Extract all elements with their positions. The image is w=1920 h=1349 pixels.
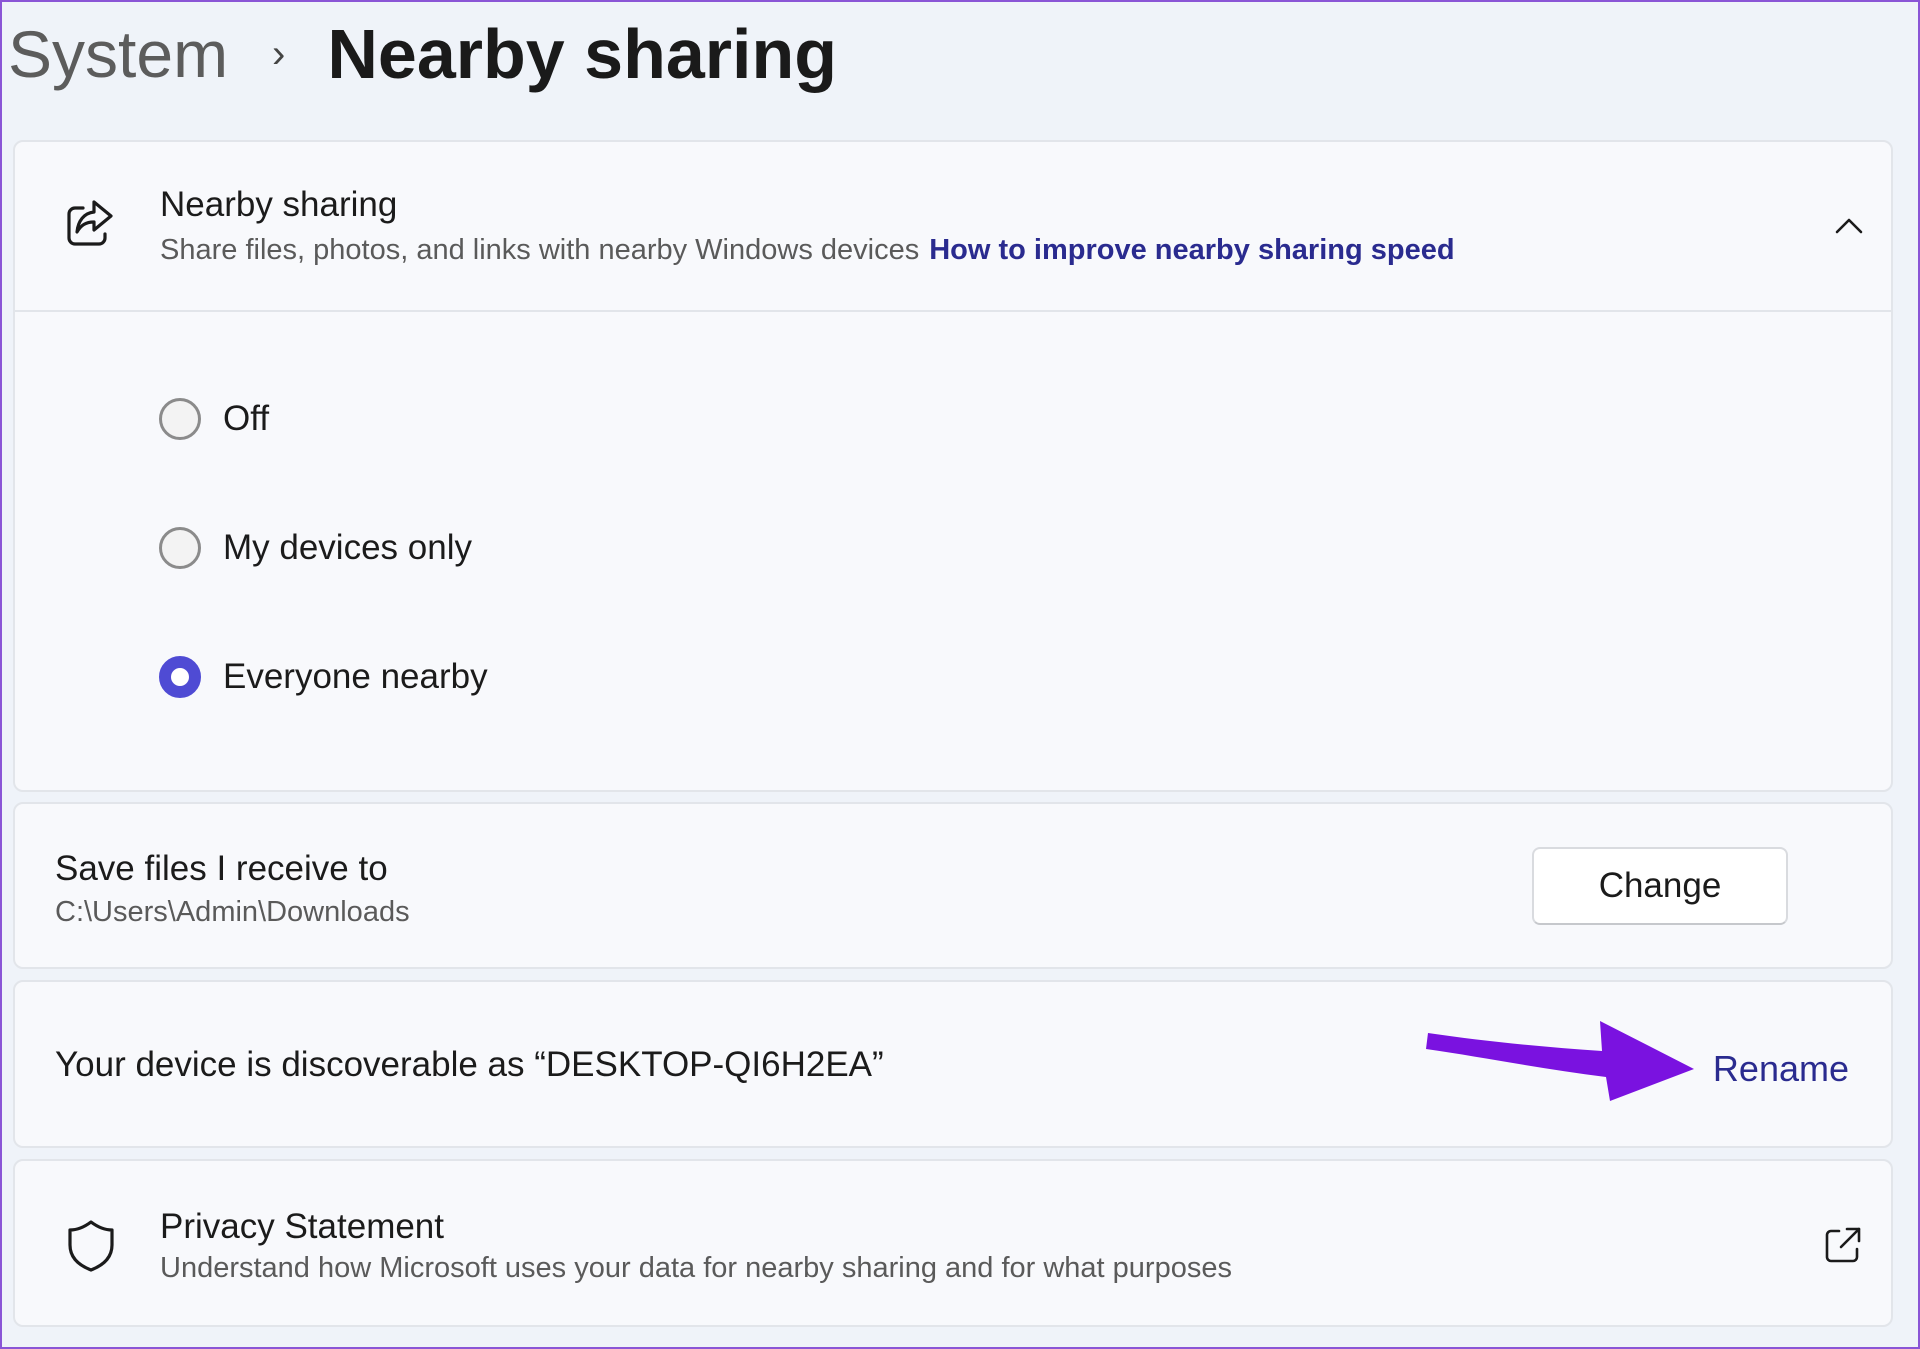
save-location-card: Save files I receive to C:\Users\Admin\D… — [13, 802, 1893, 969]
radio-everyone-label: Everyone nearby — [223, 657, 488, 696]
nearby-sharing-card: Nearby sharing Share files, photos, and … — [13, 140, 1893, 792]
radio-everyone-nearby[interactable]: Everyone nearby — [159, 656, 488, 698]
privacy-statement-description: Understand how Microsoft uses your data … — [160, 1252, 1232, 1284]
shield-icon — [63, 1217, 119, 1273]
nearby-sharing-title: Nearby sharing — [160, 185, 398, 224]
annotation-arrow-icon — [1426, 1021, 1694, 1101]
radio-my-devices-circle[interactable] — [159, 527, 201, 569]
radio-everyone-circle[interactable] — [159, 656, 201, 698]
improve-speed-link[interactable]: How to improve nearby sharing speed — [929, 234, 1454, 266]
breadcrumb: System › Nearby sharing — [8, 8, 837, 100]
privacy-statement-card[interactable]: Privacy Statement Understand how Microso… — [13, 1159, 1893, 1327]
device-discoverable-text: Your device is discoverable as “DESKTOP-… — [55, 1045, 884, 1084]
nearby-sharing-description: Share files, photos, and links with near… — [160, 234, 1455, 267]
save-location-path: C:\Users\Admin\Downloads — [55, 896, 410, 928]
radio-my-devices-only[interactable]: My devices only — [159, 527, 472, 569]
external-link-icon[interactable] — [1815, 1217, 1871, 1273]
breadcrumb-separator-icon: › — [272, 31, 286, 76]
rename-link[interactable]: Rename — [1713, 1048, 1849, 1090]
change-button[interactable]: Change — [1532, 847, 1788, 925]
radio-off-circle[interactable] — [159, 398, 201, 440]
radio-off-label: Off — [223, 399, 270, 438]
sharing-options: Off My devices only Everyone nearby — [15, 312, 1891, 792]
share-icon — [61, 194, 117, 250]
nearby-sharing-description-text: Share files, photos, and links with near… — [160, 234, 920, 266]
save-location-title: Save files I receive to — [55, 849, 388, 888]
chevron-up-icon[interactable] — [1821, 198, 1877, 254]
nearby-sharing-header[interactable]: Nearby sharing Share files, photos, and … — [15, 142, 1891, 312]
breadcrumb-system[interactable]: System — [8, 16, 228, 92]
radio-off[interactable]: Off — [159, 398, 269, 440]
privacy-statement-title: Privacy Statement — [160, 1207, 444, 1246]
page-title: Nearby sharing — [327, 15, 837, 93]
radio-my-devices-label: My devices only — [223, 528, 472, 567]
